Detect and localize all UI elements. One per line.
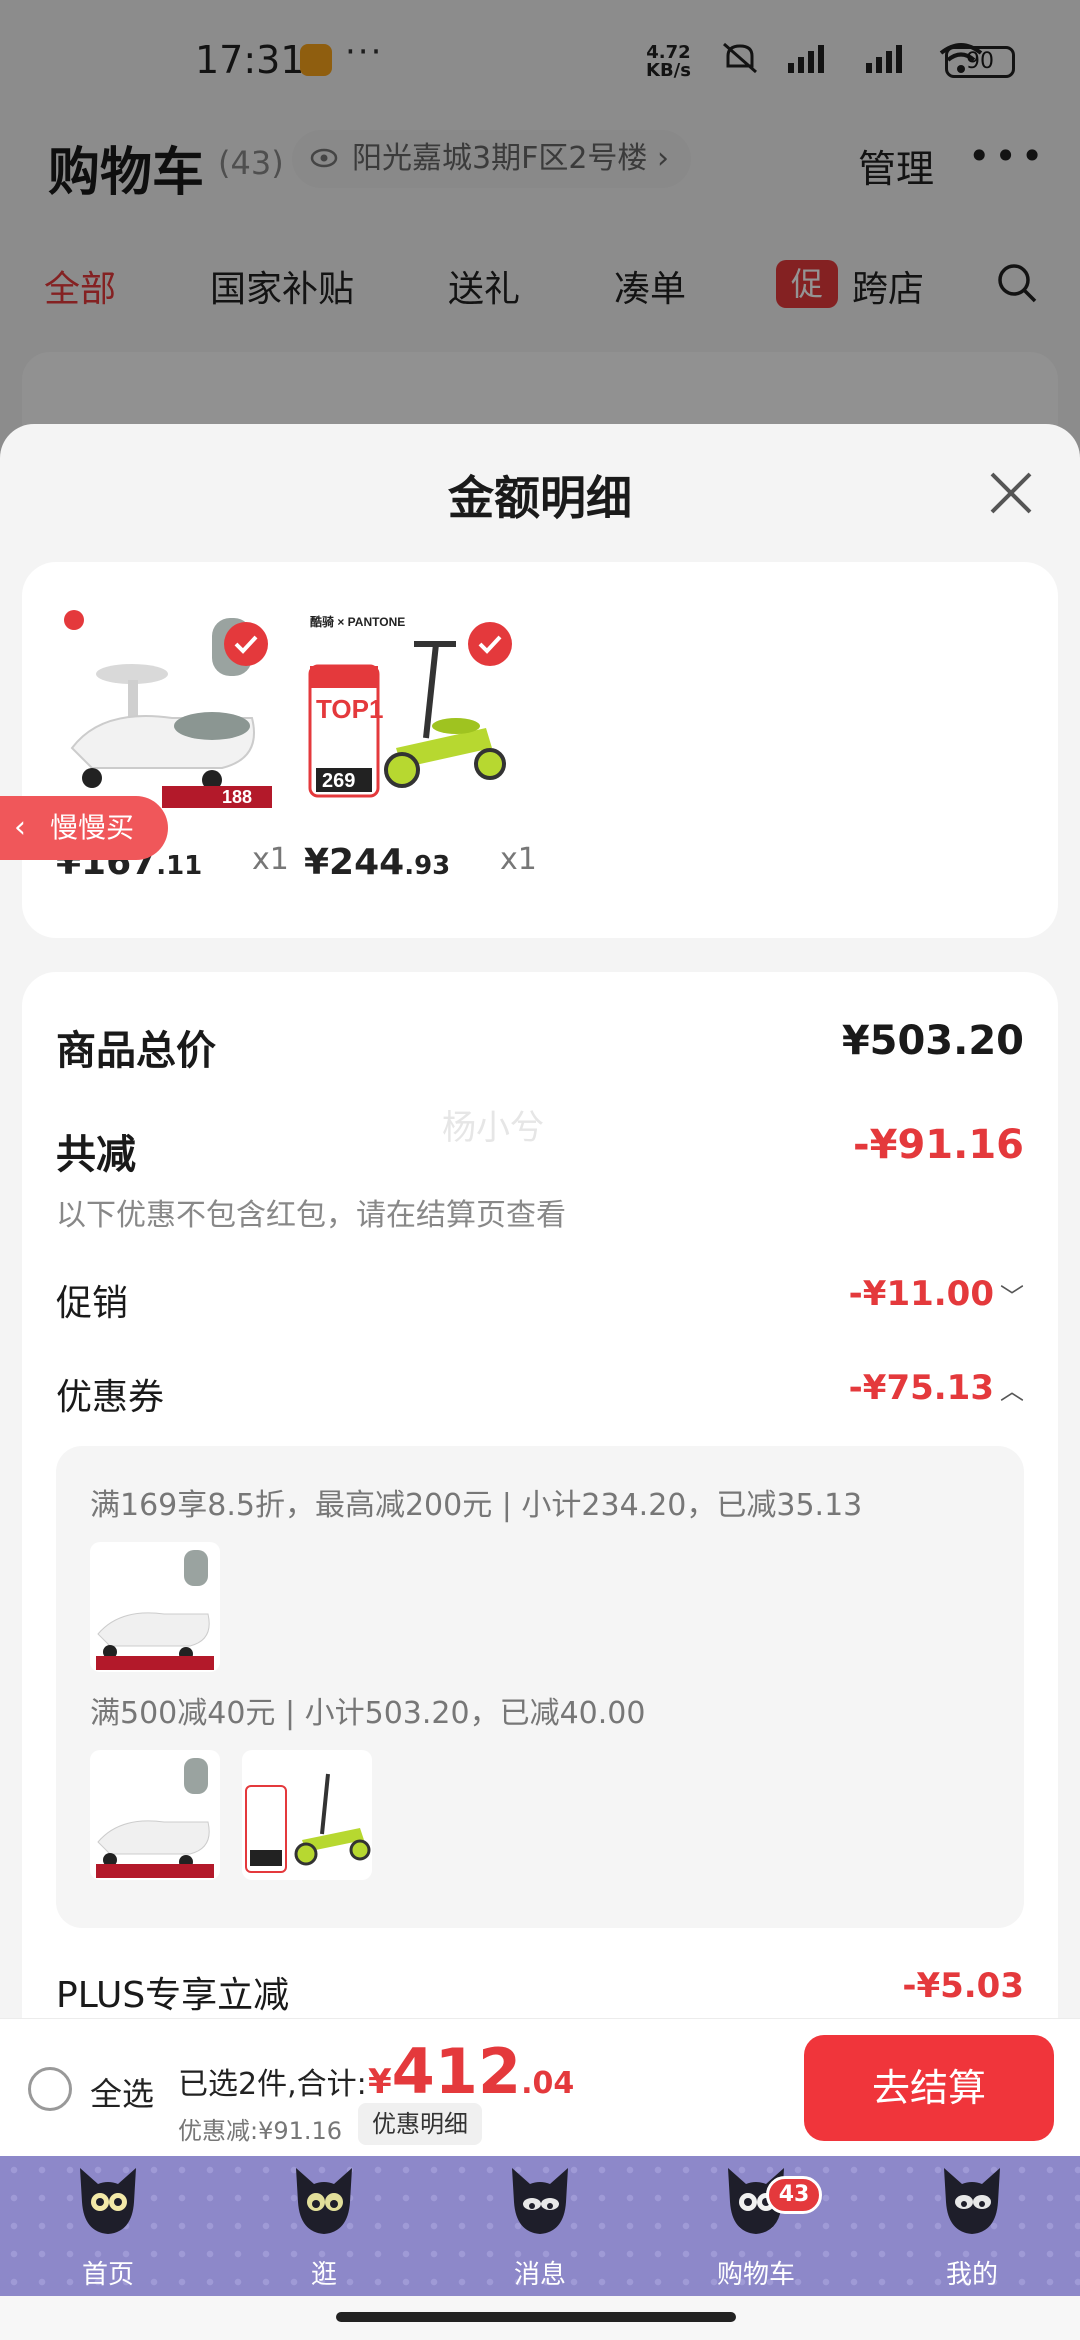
product-item[interactable]: 酷骑 × PANTONE TOP1 269 [306, 608, 516, 818]
nav-explore[interactable]: 逛 [254, 2156, 394, 2296]
checkout-bar: 全选 已选2件,合计: ¥412.04 优惠减:¥91.16 优惠明细 去结算 [0, 2018, 1080, 2156]
reduce-value: -¥91.16 [853, 1122, 1024, 1168]
bottom-nav: 首页 逛 消息 43 购物车 我的 [0, 2156, 1080, 2296]
product-price: ¥244.93 [304, 842, 451, 883]
home-icon [80, 2168, 136, 2234]
discount-amount: 优惠减:¥91.16 [178, 2117, 343, 2145]
checked-icon [224, 622, 268, 666]
svg-text:269: 269 [322, 770, 355, 792]
home-indicator [0, 2296, 1080, 2340]
checkout-button[interactable]: 去结算 [804, 2035, 1054, 2141]
slow-buy-tab[interactable]: ‹ 慢慢买 [0, 796, 168, 860]
coupon-rule: 满500减40元 | 小计503.20，已减40.00 [90, 1696, 646, 1731]
product-item[interactable]: 188 [62, 608, 272, 818]
selected-count: 已选2件,合计: [178, 2067, 367, 2102]
chevron-up-icon: ︿ [1000, 1377, 1024, 1405]
explore-icon [296, 2168, 352, 2234]
total-amount: ¥412.04 [368, 2035, 575, 2108]
select-all-checkbox[interactable] [28, 2067, 72, 2111]
chevron-down-icon: ﹀ [1000, 1283, 1024, 1311]
coupon-detail-panel: 满169享8.5折，最高减200元 | 小计234.20，已减35.13 满50… [56, 1446, 1024, 1928]
sheet-title: 金额明细 [448, 471, 632, 525]
message-icon [512, 2168, 568, 2234]
balance-bike-icon [96, 1758, 214, 1878]
discount-detail-button[interactable]: 优惠明细 [358, 2103, 482, 2145]
nav-profile[interactable]: 我的 [902, 2156, 1042, 2296]
profile-icon [944, 2168, 1000, 2234]
cart-badge: 43 [766, 2176, 822, 2214]
product-list: 188 酷骑 × PANTONE TOP1 269 ¥167.11 x1 ¥24… [22, 562, 1058, 938]
nav-home[interactable]: 首页 [38, 2156, 178, 2296]
total-price-value: ¥503.20 [841, 1018, 1024, 1064]
coupon-rule: 满169享8.5折，最高减200元 | 小计234.20，已减35.13 [90, 1488, 863, 1523]
product-qty: x1 [252, 842, 289, 877]
chevron-left-icon: ‹ [14, 810, 26, 845]
nav-cart[interactable]: 43 购物车 [686, 2156, 826, 2296]
svg-text:酷骑 × PANTONE: 酷骑 × PANTONE [310, 614, 405, 629]
product-thumbnail [90, 1750, 220, 1880]
reduce-note: 以下优惠不包含红包，请在结算页查看 [56, 1198, 566, 1233]
balance-bike-icon [96, 1550, 214, 1670]
product-thumbnail [242, 1750, 372, 1880]
nav-messages[interactable]: 消息 [470, 2156, 610, 2296]
scooter-icon [245, 1773, 371, 1873]
close-icon[interactable] [986, 468, 1036, 518]
product-qty: x1 [500, 842, 537, 877]
product-thumbnail [90, 1542, 220, 1672]
watermark: 杨小兮 [442, 1108, 544, 1148]
select-all-label[interactable]: 全选 [90, 2069, 154, 2115]
svg-text:188: 188 [222, 787, 252, 807]
svg-text:TOP1: TOP1 [316, 694, 383, 724]
checked-icon [468, 622, 512, 666]
